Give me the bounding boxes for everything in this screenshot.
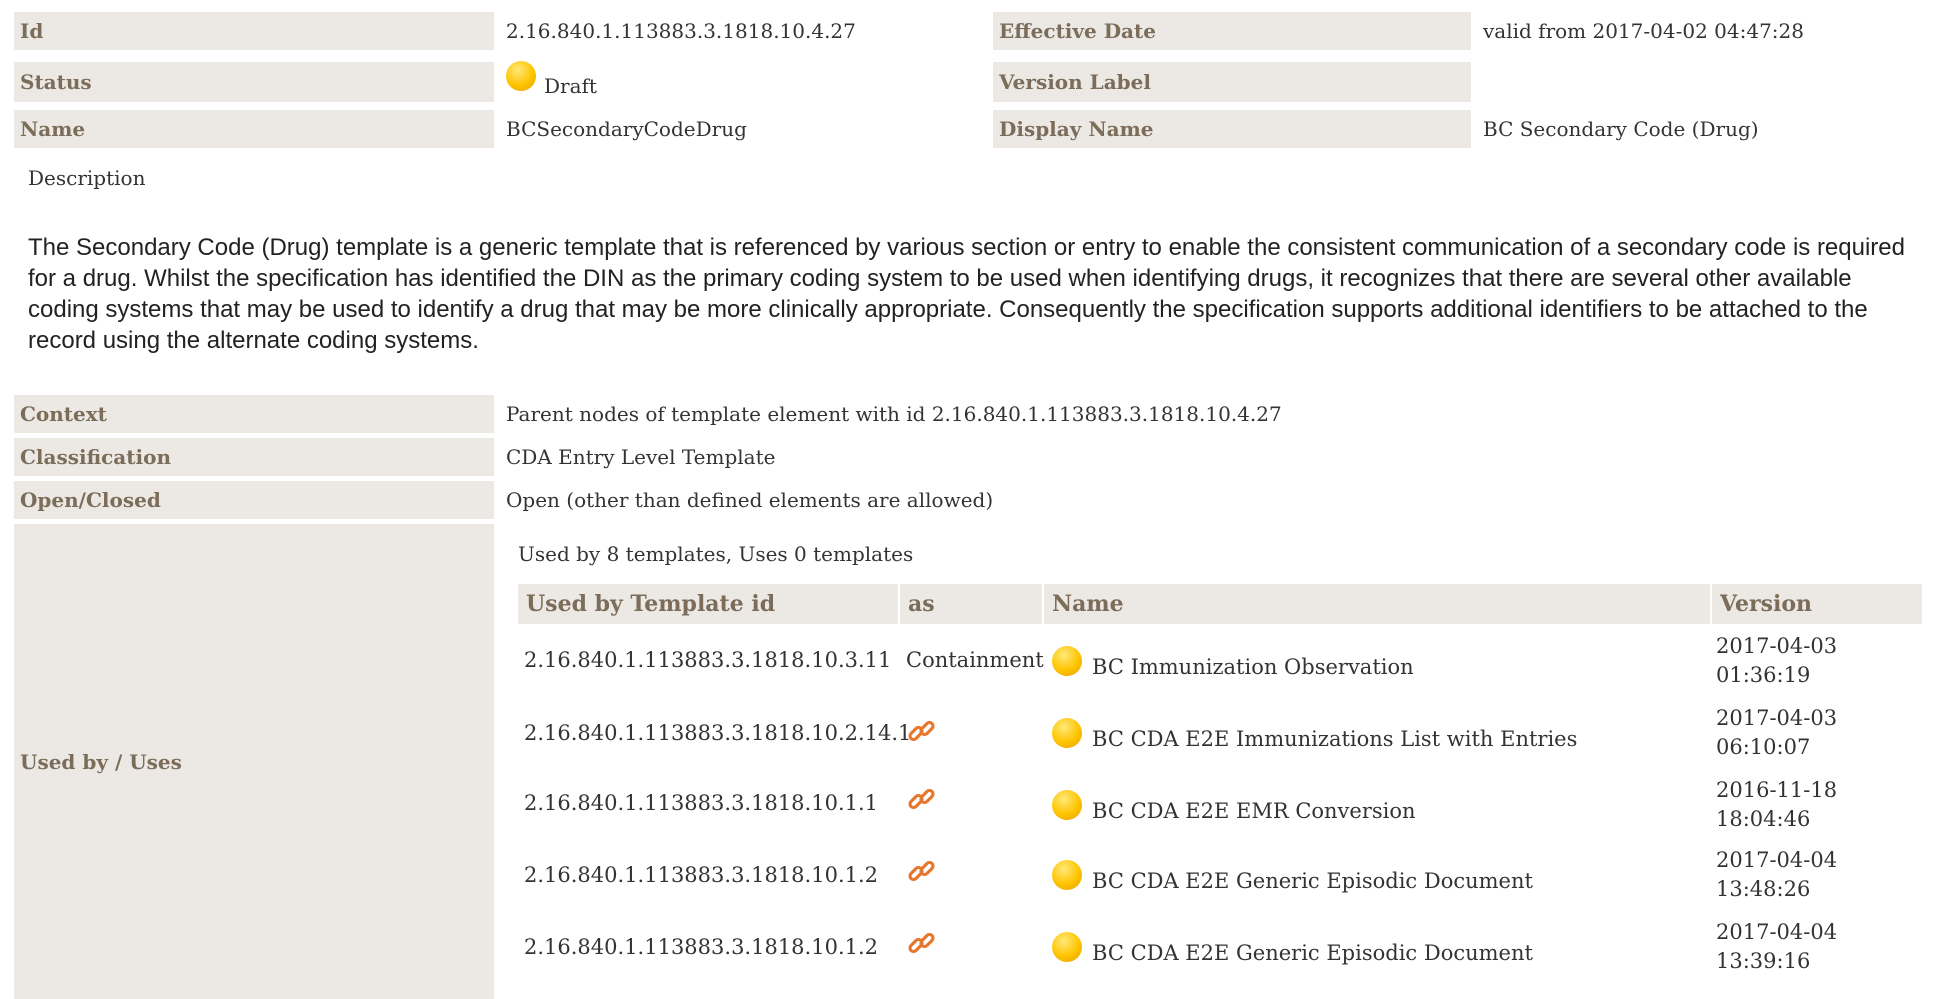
row-version-time: 13:39:16 [1716,949,1811,973]
row-version-date: 2017-04-03 [1716,634,1838,658]
status-text: Draft [544,74,597,98]
label-version-label: Version Label [993,62,1471,102]
draft-status-icon [1052,790,1082,820]
value-context: Parent nodes of template element with id… [506,402,1282,426]
row-version-time: 06:10:07 [1716,735,1811,759]
description-label: Description [28,166,146,190]
col-header-template-id: Used by Template id [518,584,898,624]
label-context: Context [14,395,494,433]
row-version-date: 2017-04-04 [1716,848,1838,872]
value-classification: CDA Entry Level Template [506,445,776,469]
row-version-date: 2017-04-03 [1716,706,1838,730]
value-effective-date: valid from 2017-04-02 04:47:28 [1483,19,1804,43]
label-display-name: Display Name [993,110,1471,148]
link-icon[interactable] [906,856,938,888]
usage-summary: Used by 8 templates, Uses 0 templates [518,542,914,566]
row-name-link[interactable]: BC Immunization Observation [1092,652,1414,682]
label-open-closed: Open/Closed [14,481,494,519]
link-icon[interactable] [906,716,938,748]
draft-status-icon [506,61,536,91]
col-header-version: Version [1712,584,1922,624]
link-icon[interactable] [906,928,938,960]
draft-status-icon [1052,646,1082,676]
row-template-id: 2.16.840.1.113883.3.1818.10.1.2 [524,863,879,887]
value-open-closed: Open (other than defined elements are al… [506,488,994,512]
label-id: Id [14,12,494,50]
description-text: The Secondary Code (Drug) template is a … [28,234,1905,354]
row-version: 2017-04-04 13:39:16 [1716,918,1837,976]
value-display-name: BC Secondary Code (Drug) [1483,117,1759,141]
row-version-date: 2016-11-18 [1716,778,1838,802]
value-name: BCSecondaryCodeDrug [506,117,747,141]
draft-status-icon [1052,718,1082,748]
link-icon[interactable] [906,784,938,816]
label-status: Status [14,62,494,102]
draft-status-icon [1052,860,1082,890]
label-effective-date: Effective Date [993,12,1471,50]
row-name-link[interactable]: BC CDA E2E EMR Conversion [1092,796,1416,826]
col-header-as: as [900,584,1042,624]
draft-status-icon [1052,932,1082,962]
label-name: Name [14,110,494,148]
row-version: 2016-11-18 18:04:46 [1716,776,1837,834]
row-version-time: 13:48:26 [1716,877,1811,901]
value-id: 2.16.840.1.113883.3.1818.10.4.27 [506,19,856,43]
label-classification: Classification [14,438,494,476]
row-template-id: 2.16.840.1.113883.3.1818.10.1.2 [524,935,879,959]
value-status: Draft [506,61,597,102]
row-name-link[interactable]: BC CDA E2E Immunizations List with Entri… [1092,724,1577,754]
row-version: 2017-04-03 06:10:07 [1716,704,1837,762]
row-as: Containment [906,648,1044,672]
row-version-time: 01:36:19 [1716,663,1811,687]
col-header-name: Name [1044,584,1710,624]
row-name-link[interactable]: BC CDA E2E Generic Episodic Document [1092,866,1533,896]
row-version: 2017-04-04 13:48:26 [1716,846,1837,904]
label-used-by-uses: Used by / Uses [14,524,494,999]
row-template-id: 2.16.840.1.113883.3.1818.10.1.1 [524,791,879,815]
row-template-id: 2.16.840.1.113883.3.1818.10.3.11 [524,648,892,672]
row-template-id: 2.16.840.1.113883.3.1818.10.2.14.1 [524,721,912,745]
row-version: 2017-04-03 01:36:19 [1716,632,1837,690]
row-version-date: 2017-04-04 [1716,920,1838,944]
row-version-time: 18:04:46 [1716,807,1811,831]
row-name-link[interactable]: BC CDA E2E Generic Episodic Document [1092,938,1533,968]
